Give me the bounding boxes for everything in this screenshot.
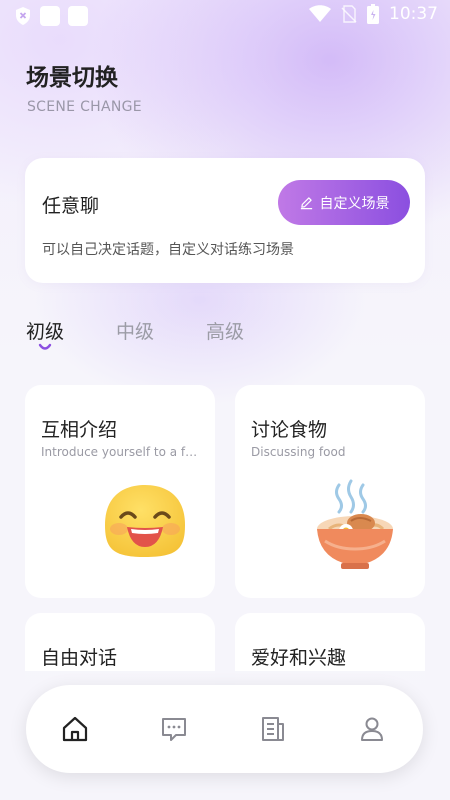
tab-beginner[interactable]: 初级 <box>26 317 64 344</box>
custom-scene-button[interactable]: 自定义场景 <box>278 180 410 225</box>
scene-card-introduce[interactable]: 互相介绍 Introduce yourself to a friend <box>25 385 215 598</box>
noodle-bowl-icon <box>317 479 393 569</box>
status-bar: 10:37 <box>0 0 450 32</box>
nav-profile[interactable] <box>356 713 388 745</box>
home-icon <box>62 716 88 742</box>
nav-articles[interactable] <box>257 713 289 745</box>
scene-title: 互相介绍 <box>41 419 118 441</box>
free-chat-title: 任意聊 <box>42 195 100 217</box>
no-sim-icon <box>341 5 357 23</box>
tab-intermediate[interactable]: 中级 <box>116 317 154 344</box>
tab-advanced[interactable]: 高级 <box>206 317 244 344</box>
edit-pencil-icon <box>300 197 312 210</box>
page-title: 场景切换 <box>26 65 118 91</box>
wifi-icon <box>309 5 331 22</box>
scene-card-food[interactable]: 讨论食物 Discussing food <box>235 385 425 598</box>
nav-chat[interactable] <box>158 713 190 745</box>
notification-square-icon <box>68 6 88 26</box>
scene-title: 自由对话 <box>41 647 118 669</box>
free-chat-card[interactable]: 任意聊 可以自己决定话题，自定义对话练习场景 自定义场景 <box>25 158 425 283</box>
chat-icon <box>162 718 186 741</box>
free-chat-description: 可以自己决定话题，自定义对话练习场景 <box>42 242 294 258</box>
scene-title: 爱好和兴趣 <box>251 647 347 669</box>
shield-x-icon <box>16 7 30 25</box>
battery-icon <box>367 4 379 24</box>
page-subtitle: SCENE CHANGE <box>27 99 142 115</box>
custom-scene-label: 自定义场景 <box>319 195 390 212</box>
profile-icon <box>361 717 383 741</box>
scene-title: 讨论食物 <box>251 419 328 441</box>
notification-square-icon <box>40 6 60 26</box>
document-icon <box>262 717 284 741</box>
status-time: 10:37 <box>389 4 438 24</box>
smiling-face-icon <box>105 485 185 557</box>
tab-active-indicator <box>38 343 52 350</box>
scene-subtitle: Discussing food <box>251 445 346 459</box>
bottom-nav <box>26 685 423 773</box>
scene-subtitle: Introduce yourself to a friend <box>41 445 201 459</box>
nav-home[interactable] <box>59 713 91 745</box>
